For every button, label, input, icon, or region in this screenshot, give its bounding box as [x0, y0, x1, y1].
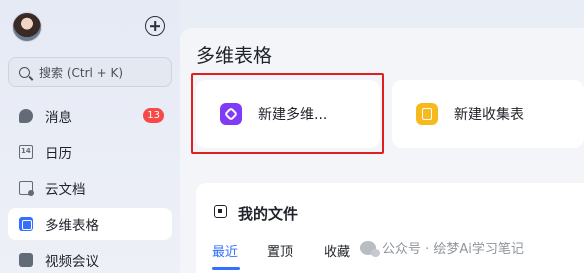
watermark-text: 公众号 · 绘梦Ai学习笔记	[382, 242, 524, 257]
search-box[interactable]: 搜索 (Ctrl + K)	[8, 57, 172, 87]
sidebar-item-label: 多维表格	[45, 218, 99, 234]
wechat-icon	[360, 240, 380, 257]
document-icon	[19, 181, 34, 196]
sidebar-item-video[interactable]: 视频会议	[8, 244, 172, 273]
highlight-box	[191, 73, 384, 154]
sidebar-item-label: 视频会议	[45, 254, 99, 270]
watermark: 公众号 · 绘梦Ai学习笔记	[360, 238, 524, 257]
base-icon	[19, 217, 33, 231]
my-files-panel	[196, 183, 584, 273]
form-icon	[416, 103, 438, 125]
sidebar-item-base[interactable]: 多维表格	[8, 208, 172, 240]
files-icon	[214, 205, 227, 218]
sidebar-item-label: 消息	[45, 110, 72, 126]
video-icon	[19, 253, 33, 267]
avatar[interactable]	[12, 12, 42, 42]
sidebar-item-calendar[interactable]: 日历	[8, 136, 172, 168]
sidebar-item-messages[interactable]: 消息 13	[8, 100, 172, 132]
card-label: 新建收集表	[454, 107, 524, 123]
message-icon	[19, 109, 33, 123]
sidebar-item-docs[interactable]: 云文档	[8, 172, 172, 204]
sidebar-item-label: 日历	[45, 146, 72, 162]
files-title: 我的文件	[238, 205, 299, 223]
sidebar: 搜索 (Ctrl + K) 消息 13 日历 云文档 多维表格 视频会议	[0, 0, 180, 273]
tab-recent[interactable]: 最近	[212, 241, 238, 260]
calendar-icon	[19, 145, 33, 159]
tab-favorites[interactable]: 收藏	[324, 241, 350, 260]
unread-badge: 13	[143, 108, 164, 123]
create-plus-icon[interactable]	[145, 16, 165, 36]
active-tab-indicator	[212, 267, 240, 270]
search-icon	[19, 66, 30, 78]
sidebar-item-label: 云文档	[45, 182, 86, 198]
page-title: 多维表格	[196, 45, 273, 67]
search-label: 搜索 (Ctrl + K)	[39, 65, 124, 80]
new-form-card[interactable]: 新建收集表	[392, 80, 584, 148]
tab-pinned[interactable]: 置顶	[267, 241, 293, 260]
